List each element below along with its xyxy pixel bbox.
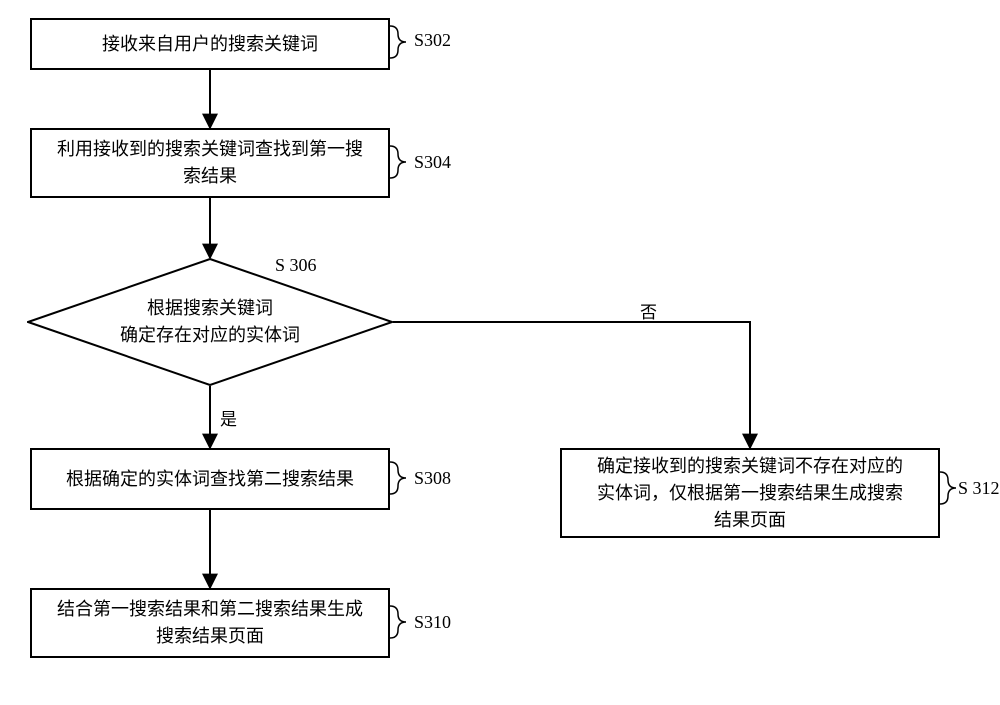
node-label-s302: S302 xyxy=(414,30,451,51)
flow-decision-s306: 根据搜索关键词 确定存在对应的实体词 xyxy=(27,258,393,386)
node-label-s310: S310 xyxy=(414,612,451,633)
node-label-s306: S 306 xyxy=(275,255,317,276)
flow-node-s310: 结合第一搜索结果和第二搜索结果生成 搜索结果页面 xyxy=(30,588,390,658)
edge-label-yes: 是 xyxy=(220,405,237,430)
node-text: 利用接收到的搜索关键词查找到第一搜 索结果 xyxy=(57,136,363,190)
node-label-s308: S308 xyxy=(414,468,451,489)
node-text: 根据确定的实体词查找第二搜索结果 xyxy=(66,466,354,493)
flow-node-s302: 接收来自用户的搜索关键词 xyxy=(30,18,390,70)
node-label-s304: S304 xyxy=(414,152,451,173)
flow-node-s312: 确定接收到的搜索关键词不存在对应的 实体词，仅根据第一搜索结果生成搜索 结果页面 xyxy=(560,448,940,538)
flow-node-s304: 利用接收到的搜索关键词查找到第一搜 索结果 xyxy=(30,128,390,198)
node-text: 结合第一搜索结果和第二搜索结果生成 搜索结果页面 xyxy=(57,596,363,650)
edge-label-no: 否 xyxy=(640,298,657,323)
node-text: 根据搜索关键词 确定存在对应的实体词 xyxy=(120,295,300,349)
flow-node-s308: 根据确定的实体词查找第二搜索结果 xyxy=(30,448,390,510)
node-text: 接收来自用户的搜索关键词 xyxy=(102,31,318,58)
node-text: 确定接收到的搜索关键词不存在对应的 实体词，仅根据第一搜索结果生成搜索 结果页面 xyxy=(597,453,903,534)
node-label-s312: S 312 xyxy=(958,478,1000,499)
